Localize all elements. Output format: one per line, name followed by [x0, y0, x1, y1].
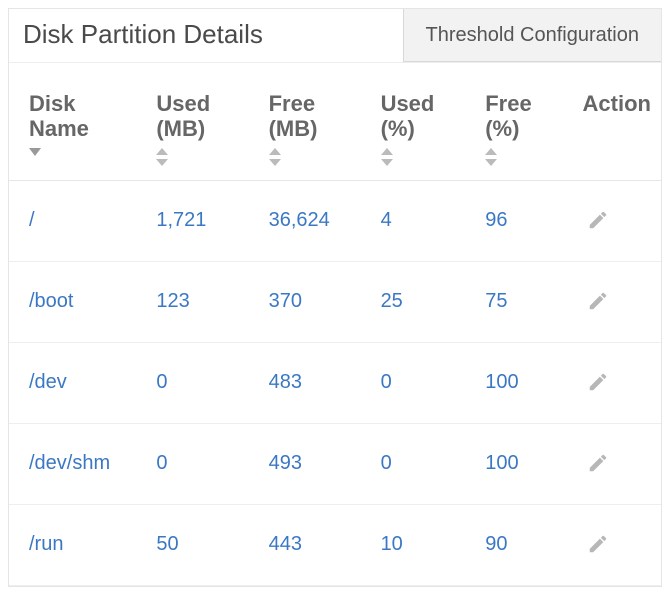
- cell-disk-name: /dev: [9, 342, 136, 423]
- column-header-free-mb[interactable]: Free (MB): [249, 63, 361, 180]
- column-header-used-mb[interactable]: Used (MB): [136, 63, 248, 180]
- cell-free-mb: 483: [249, 342, 361, 423]
- column-header-action: Action: [563, 63, 661, 180]
- table-row: /dev/shm04930100: [9, 423, 661, 504]
- disk-table: Disk Name Used (MB) Free (MB): [9, 63, 661, 586]
- table-row: /run 504431090: [9, 504, 661, 585]
- cell-free-mb: 443: [249, 504, 361, 585]
- cell-action: [563, 423, 661, 504]
- cell-used-pct: 4: [361, 180, 466, 261]
- edit-button[interactable]: [583, 448, 613, 478]
- disk-link[interactable]: /: [29, 209, 35, 231]
- cell-used-pct: 10: [361, 504, 466, 585]
- cell-used-mb: 50: [136, 504, 248, 585]
- cell-used-pct: 0: [361, 342, 466, 423]
- cell-disk-name: /: [9, 180, 136, 261]
- cell-action: [563, 180, 661, 261]
- edit-button[interactable]: [583, 529, 613, 559]
- cell-free-mb: 493: [249, 423, 361, 504]
- panel-header: Disk Partition Details Threshold Configu…: [9, 9, 661, 63]
- cell-used-mb: 0: [136, 423, 248, 504]
- edit-button[interactable]: [583, 205, 613, 235]
- column-label: Free (MB): [269, 91, 318, 141]
- column-label: Disk Name: [29, 91, 89, 141]
- pencil-icon: [587, 371, 609, 393]
- table-header-row: Disk Name Used (MB) Free (MB): [9, 63, 661, 180]
- sort-both-icon: [156, 148, 238, 166]
- column-label: Action: [583, 91, 651, 116]
- cell-disk-name: /dev/shm: [9, 423, 136, 504]
- table-row: / 1,72136,624496: [9, 180, 661, 261]
- cell-free-pct: 100: [465, 342, 562, 423]
- sort-both-icon: [485, 148, 552, 166]
- cell-free-mb: 36,624: [249, 180, 361, 261]
- disk-link[interactable]: /dev: [29, 371, 67, 393]
- cell-free-pct: 90: [465, 504, 562, 585]
- disk-link[interactable]: /dev/shm: [29, 452, 110, 474]
- sort-desc-icon: [29, 148, 126, 156]
- column-label: Used (%): [381, 91, 435, 141]
- cell-disk-name: /boot: [9, 261, 136, 342]
- pencil-icon: [587, 533, 609, 555]
- column-label: Free (%): [485, 91, 531, 141]
- cell-free-pct: 75: [465, 261, 562, 342]
- disk-link[interactable]: /run: [29, 533, 63, 555]
- column-header-disk-name[interactable]: Disk Name: [9, 63, 136, 180]
- cell-used-pct: 25: [361, 261, 466, 342]
- disk-link[interactable]: /boot: [29, 290, 73, 312]
- cell-used-mb: 1,721: [136, 180, 248, 261]
- column-label: Used (MB): [156, 91, 210, 141]
- cell-used-mb: 0: [136, 342, 248, 423]
- sort-both-icon: [269, 148, 351, 166]
- threshold-configuration-button[interactable]: Threshold Configuration: [403, 9, 661, 62]
- column-header-free-pct[interactable]: Free (%): [465, 63, 562, 180]
- pencil-icon: [587, 452, 609, 474]
- pencil-icon: [587, 290, 609, 312]
- cell-free-pct: 100: [465, 423, 562, 504]
- column-header-used-pct[interactable]: Used (%): [361, 63, 466, 180]
- cell-action: [563, 342, 661, 423]
- cell-free-pct: 96: [465, 180, 562, 261]
- table-row: /boot 1233702575: [9, 261, 661, 342]
- sort-both-icon: [381, 148, 456, 166]
- edit-button[interactable]: [583, 286, 613, 316]
- disk-partition-panel: Disk Partition Details Threshold Configu…: [8, 8, 662, 587]
- table-row: /dev04830100: [9, 342, 661, 423]
- cell-used-mb: 123: [136, 261, 248, 342]
- cell-action: [563, 504, 661, 585]
- cell-disk-name: /run: [9, 504, 136, 585]
- page-title: Disk Partition Details: [9, 9, 403, 62]
- cell-action: [563, 261, 661, 342]
- cell-used-pct: 0: [361, 423, 466, 504]
- pencil-icon: [587, 209, 609, 231]
- edit-button[interactable]: [583, 367, 613, 397]
- cell-free-mb: 370: [249, 261, 361, 342]
